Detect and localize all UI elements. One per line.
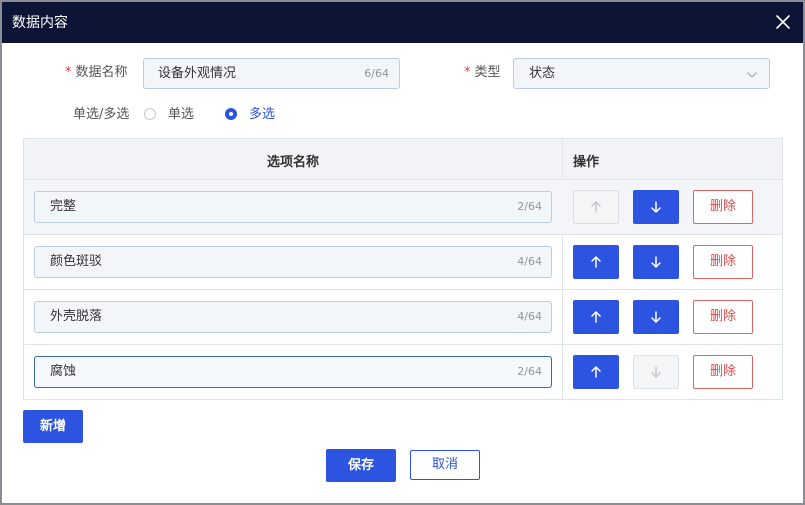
move-up-button[interactable] [573,190,619,224]
cancel-button[interactable]: 取消 [410,450,480,480]
name-label: * 数据名称 [65,64,128,82]
name-input-value: 设备外观情况 [158,66,237,81]
option-char-count: 4/64 [517,310,542,323]
table-row: 腐蚀 2/64 删除 [24,345,782,400]
option-char-count: 2/64 [517,200,542,213]
delete-button[interactable]: 删除 [693,245,753,279]
radio-multiple-label: 多选 [249,107,276,122]
close-icon [776,15,790,29]
move-down-button[interactable] [633,190,679,224]
type-label-text: 类型 [474,65,501,80]
move-up-button[interactable] [573,300,619,334]
move-up-button[interactable] [573,245,619,279]
option-input[interactable]: 完整 2/64 [34,191,552,223]
move-down-button[interactable] [633,245,679,279]
option-input[interactable]: 腐蚀 2/64 [34,356,552,388]
mode-label: 单选/多选 [73,107,130,122]
column-header-operation: 操作 [573,155,600,170]
arrow-up-icon [591,311,601,323]
data-content-dialog: 数据内容 * 数据名称 设备外观情况 6/64 * 类型 状态 单选/多选 单选 多… [2,2,803,503]
delete-button[interactable]: 删除 [693,300,753,334]
arrow-up-icon [591,256,601,268]
options-table: 选项名称 操作 完整 2/64 删除 颜色斑驳 4/64 删除 外壳脱落 4/6… [23,138,783,400]
name-char-count: 6/64 [364,67,389,80]
name-input[interactable]: 设备外观情况 6/64 [143,58,400,89]
option-char-count: 2/64 [517,365,542,378]
option-input[interactable]: 颜色斑驳 4/64 [34,246,552,278]
arrow-down-icon [651,366,661,378]
type-label: * 类型 [464,64,501,82]
add-option-button[interactable]: 新增 [23,410,83,443]
move-down-button[interactable] [633,300,679,334]
arrow-up-icon [591,366,601,378]
delete-button[interactable]: 删除 [693,355,753,389]
type-select[interactable]: 状态 [513,58,770,89]
option-input-value: 腐蚀 [50,364,77,379]
save-button[interactable]: 保存 [326,449,396,482]
radio-single[interactable]: 单选 [144,106,204,124]
required-mark: * [464,65,471,80]
column-header-option-name: 选项名称 [266,155,319,170]
move-up-button[interactable] [573,355,619,389]
arrow-down-icon [651,256,661,268]
option-input[interactable]: 外壳脱落 4/64 [34,301,552,333]
radio-single-circle [144,108,156,120]
table-row: 外壳脱落 4/64 删除 [24,290,782,345]
table-header: 选项名称 操作 [24,139,782,180]
dialog-title: 数据内容 [12,15,68,31]
option-char-count: 4/64 [517,255,542,268]
arrow-down-icon [651,201,661,213]
name-label-text: 数据名称 [75,65,128,80]
type-select-value: 状态 [529,66,556,81]
move-down-button[interactable] [633,355,679,389]
table-row: 完整 2/64 删除 [24,180,782,235]
table-row: 颜色斑驳 4/64 删除 [24,235,782,290]
radio-multiple-circle [225,108,237,120]
option-input-value: 颜色斑驳 [50,254,103,269]
dialog-header: 数据内容 [2,2,803,43]
chevron-down-icon [747,72,757,78]
arrow-down-icon [651,311,661,323]
delete-button[interactable]: 删除 [693,190,753,224]
arrow-up-icon [591,201,601,213]
close-button[interactable] [775,14,791,30]
required-mark: * [65,65,72,80]
option-input-value: 外壳脱落 [50,309,103,324]
radio-single-label: 单选 [168,107,195,122]
option-input-value: 完整 [50,199,77,214]
radio-multiple[interactable]: 多选 [225,106,285,124]
